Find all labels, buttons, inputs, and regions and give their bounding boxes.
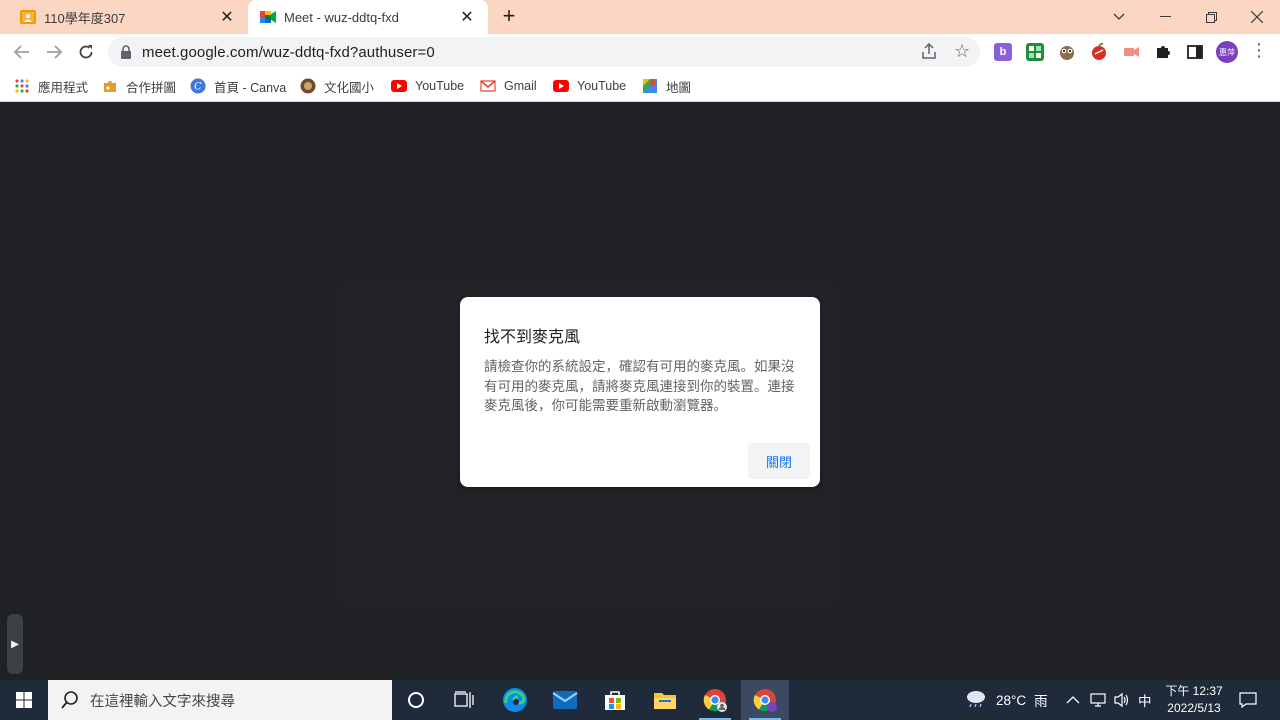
maps-icon — [642, 78, 658, 94]
chrome-profile-1-icon[interactable] — [691, 680, 739, 720]
youtube-icon — [391, 78, 407, 94]
bookmark-maps[interactable]: 地圖 — [642, 77, 691, 95]
extension-owl-icon[interactable] — [1058, 43, 1076, 61]
lock-icon[interactable] — [120, 45, 132, 59]
no-microphone-dialog: 找不到麥克風 請檢查你的系統設定，確認有可用的麥克風。如果沒有可用的麥克風，請將… — [460, 297, 820, 487]
apps-grid-icon — [14, 78, 30, 94]
cortana-circle-icon[interactable] — [392, 680, 440, 720]
meet-content-area: 找不到麥克風 請檢查你的系統設定，確認有可用的麥克風。如果沒有可用的麥克風，請將… — [0, 103, 1280, 680]
extension-grid-icon[interactable] — [1026, 43, 1044, 61]
bookmark-label: YouTube — [415, 79, 465, 93]
bookmark-gmail[interactable]: Gmail — [480, 77, 537, 95]
canva-icon: C — [190, 78, 206, 94]
bookmark-label: 文化國小 — [324, 80, 375, 95]
bookmark-label: 首頁 - Canva — [214, 80, 287, 95]
task-view-icon[interactable] — [440, 680, 488, 720]
edge-browser-icon[interactable] — [491, 680, 539, 720]
extension-apple-icon[interactable] — [1090, 43, 1108, 61]
notification-center-icon[interactable] — [1234, 680, 1262, 720]
bookmark-apps[interactable]: 應用程式 — [14, 77, 88, 95]
file-explorer-icon[interactable] — [641, 680, 689, 720]
close-tab-icon[interactable]: ✕ — [458, 8, 476, 26]
mail-icon[interactable] — [541, 680, 589, 720]
bookmark-youtube-2[interactable]: YouTube — [553, 77, 626, 95]
extensions-puzzle-icon[interactable] — [1154, 43, 1172, 61]
school-icon — [300, 78, 316, 94]
input-method-indicator[interactable]: 中 — [1138, 680, 1152, 720]
windows-start-button[interactable] — [0, 680, 48, 720]
extension-record-icon[interactable] — [1122, 43, 1140, 61]
show-hidden-icons-chevron-icon[interactable] — [1066, 680, 1080, 720]
rain-cloud-icon — [964, 689, 988, 712]
weather-widget[interactable]: 28°C 雨 — [964, 680, 1048, 720]
browser-toolbar: meet.google.com/wuz-ddtq-fxd?authuser=0 … — [0, 34, 1280, 70]
url-text: meet.google.com/wuz-ddtq-fxd?authuser=0 — [142, 44, 435, 61]
bookmark-label: 應用程式 — [38, 80, 89, 95]
volume-icon[interactable] — [1113, 680, 1131, 720]
google-classroom-icon — [20, 9, 36, 25]
bookmark-star-icon[interactable]: ☆ — [954, 41, 970, 62]
side-panel-icon[interactable] — [1186, 43, 1204, 61]
bookmark-label: YouTube — [577, 79, 627, 93]
address-bar[interactable]: meet.google.com/wuz-ddtq-fxd?authuser=0 … — [108, 37, 980, 67]
dialog-message: 請檢查你的系統設定，確認有可用的麥克風。如果沒有可用的麥克風，請將麥克風連接到你… — [484, 359, 795, 413]
share-icon[interactable] — [920, 42, 938, 66]
bookmarks-bar: 應用程式 合作拼圖 C 首頁 - Canva 文化國小 YouTube Gmai… — [0, 70, 1280, 102]
minimize-button[interactable] — [1142, 0, 1188, 34]
back-button[interactable] — [10, 40, 34, 64]
close-tab-icon[interactable]: ✕ — [218, 8, 236, 26]
new-tab-button[interactable]: + — [498, 5, 520, 28]
extension-b-icon[interactable]: b — [994, 43, 1012, 61]
puzzle-bookmark-icon — [102, 78, 118, 94]
youtube-icon — [553, 78, 569, 94]
weather-temperature: 28°C — [996, 692, 1027, 708]
reload-button[interactable] — [74, 40, 98, 64]
gmail-icon — [480, 78, 496, 94]
tab-title: 110學年度307 — [44, 10, 126, 26]
network-icon[interactable] — [1089, 680, 1107, 720]
bookmark-puzzle[interactable]: 合作拼圖 — [102, 77, 176, 95]
google-meet-icon — [260, 9, 276, 25]
dialog-title: 找不到麥克風 — [484, 329, 581, 346]
clock-date: 2022/5/13 — [1167, 701, 1221, 715]
search-icon — [60, 690, 80, 710]
forward-button[interactable] — [42, 40, 66, 64]
tab-title: Meet - wuz-ddtq-fxd — [284, 9, 399, 25]
tab-strip: 110學年度307 ✕ Meet - wuz-ddtq-fxd ✕ + — [0, 0, 1280, 34]
dialog-close-button[interactable]: 關閉 — [748, 443, 810, 479]
chrome-profile-2-icon[interactable] — [741, 680, 789, 720]
taskbar-search-box[interactable]: 在這裡輸入文字來搜尋 — [48, 680, 392, 720]
bookmark-label: Gmail — [504, 79, 537, 93]
tab-search-chevron-icon[interactable] — [1096, 0, 1142, 34]
expand-panel-handle[interactable]: ▶ — [7, 614, 23, 674]
close-window-button[interactable] — [1234, 0, 1280, 34]
weather-description: 雨 — [1034, 694, 1048, 709]
menu-kebab-icon[interactable]: ⋮ — [1250, 40, 1268, 61]
microsoft-store-icon[interactable] — [591, 680, 639, 720]
svg-text:C: C — [194, 82, 202, 93]
tab-classroom[interactable]: 110學年度307 ✕ — [8, 0, 248, 34]
tab-meet[interactable]: Meet - wuz-ddtq-fxd ✕ — [248, 0, 488, 34]
clock-time: 下午 12:37 — [1165, 684, 1223, 698]
bookmark-school[interactable]: 文化國小 — [300, 77, 374, 95]
bookmark-label: 合作拼圖 — [126, 80, 177, 95]
bookmark-label: 地圖 — [666, 80, 692, 95]
bookmark-canva[interactable]: C 首頁 - Canva — [190, 77, 286, 95]
windows-taskbar: 在這裡輸入文字來搜尋 28°C 雨 中 下午 12:37 2022/5/13 — [0, 680, 1280, 720]
restore-button[interactable] — [1188, 0, 1234, 34]
profile-avatar[interactable]: 惠萍 — [1216, 41, 1238, 63]
bookmark-youtube-1[interactable]: YouTube — [391, 77, 464, 95]
play-arrow-icon: ▶ — [11, 638, 19, 650]
system-clock[interactable]: 下午 12:37 2022/5/13 — [1156, 683, 1232, 717]
search-placeholder: 在這裡輸入文字來搜尋 — [90, 693, 235, 710]
